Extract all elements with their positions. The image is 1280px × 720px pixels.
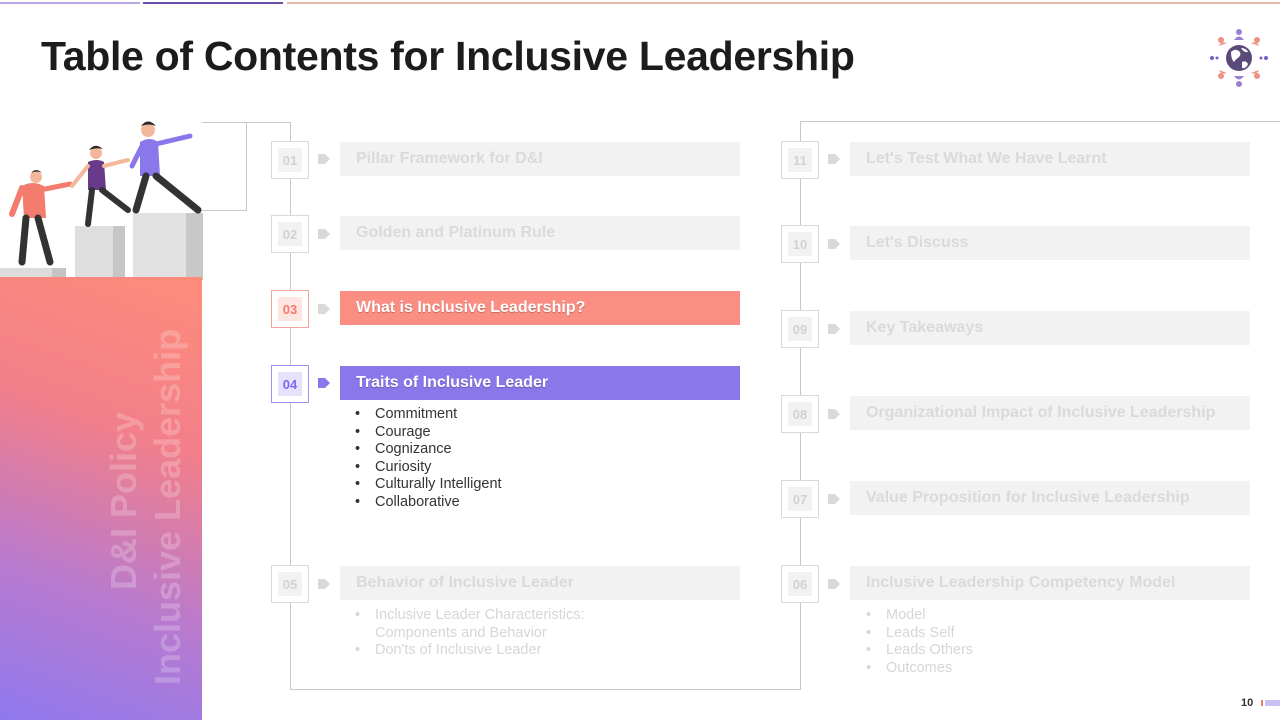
page-marker-red <box>1261 700 1263 706</box>
toc-item-what-is-inclusive-leadership[interactable]: What is Inclusive Leadership? <box>340 291 740 325</box>
arrow-right-icon <box>318 229 330 239</box>
toc-item-traits-of-inclusive-leader[interactable]: Traits of Inclusive Leader <box>340 366 740 400</box>
top-accent-line-3 <box>287 2 1280 4</box>
toc-item-lets-test[interactable]: Let's Test What We Have Learnt <box>850 142 1250 176</box>
bottom-connector <box>290 689 801 690</box>
toc-number-01[interactable]: 01 <box>271 141 309 179</box>
toc-number-04[interactable]: 04 <box>271 365 309 403</box>
team-climbing-steps-illustration <box>0 121 203 280</box>
toc-number-label: 02 <box>278 222 302 246</box>
illustration-connector-drop <box>202 210 247 211</box>
toc-number-label: 11 <box>788 148 812 172</box>
traits-bullet-list: Commitment Courage Cognizance Curiosity … <box>355 406 502 512</box>
list-item: Courage <box>355 424 502 442</box>
list-item: Cognizance <box>355 441 502 459</box>
list-item: Commitment <box>355 406 502 424</box>
list-item: Culturally Intelligent <box>355 476 502 494</box>
illustration-connector-rise <box>246 122 247 211</box>
arrow-right-icon <box>318 378 330 388</box>
toc-number-label: 04 <box>278 372 302 396</box>
toc-item-value-proposition[interactable]: Value Proposition for Inclusive Leadersh… <box>850 481 1250 515</box>
toc-item-organizational-impact[interactable]: Organizational Impact of Inclusive Leade… <box>850 396 1250 430</box>
right-top-connector <box>800 121 1280 122</box>
toc-number-02[interactable]: 02 <box>271 215 309 253</box>
toc-number-08[interactable]: 08 <box>781 395 819 433</box>
toc-item-competency-model[interactable]: Inclusive Leadership Competency Model <box>850 566 1250 600</box>
side-panel-line1: D&I Policy <box>103 411 144 590</box>
list-item: Outcomes <box>866 660 973 678</box>
arrow-right-icon <box>318 579 330 589</box>
arrow-right-icon <box>828 324 840 334</box>
toc-number-10[interactable]: 10 <box>781 225 819 263</box>
list-item: Leads Self <box>866 625 973 643</box>
toc-number-label: 06 <box>788 572 812 596</box>
side-panel-watermark: D&I Policy Inclusive Leadership <box>102 305 190 685</box>
competency-bullet-list: Model Leads Self Leads Others Outcomes <box>866 607 973 677</box>
side-panel-line2: Inclusive Leadership <box>147 328 188 685</box>
toc-number-07[interactable]: 07 <box>781 480 819 518</box>
arrow-right-icon <box>828 409 840 419</box>
toc-number-label: 10 <box>788 232 812 256</box>
top-accent-line-2 <box>143 2 283 4</box>
arrow-right-icon <box>828 579 840 589</box>
toc-item-lets-discuss[interactable]: Let's Discuss <box>850 226 1250 260</box>
page-marker-purple <box>1265 700 1280 706</box>
arrow-right-icon <box>318 304 330 314</box>
arrow-right-icon <box>828 154 840 164</box>
list-item: Leads Others <box>866 642 973 660</box>
left-column-spine <box>290 122 291 690</box>
globe-people-logo-icon <box>1210 29 1268 87</box>
list-item: Don'ts of Inclusive Leader <box>355 642 585 660</box>
list-item-continuation: Components and Behavior <box>375 624 547 641</box>
list-item: Inclusive Leader Characteristics: <box>355 607 585 625</box>
behavior-bullet-list: Inclusive Leader Characteristics: Compon… <box>355 607 585 660</box>
page-number: 10 <box>1241 697 1254 709</box>
arrow-right-icon <box>828 494 840 504</box>
toc-number-05[interactable]: 05 <box>271 565 309 603</box>
toc-number-label: 03 <box>278 297 302 321</box>
toc-item-golden-platinum-rule[interactable]: Golden and Platinum Rule <box>340 216 740 250</box>
toc-number-06[interactable]: 06 <box>781 565 819 603</box>
arrow-right-icon <box>318 154 330 164</box>
toc-number-label: 05 <box>278 572 302 596</box>
toc-item-pillar-framework[interactable]: Pillar Framework for D&I <box>340 142 740 176</box>
toc-number-label: 01 <box>278 148 302 172</box>
arrow-right-icon <box>828 239 840 249</box>
toc-number-11[interactable]: 11 <box>781 141 819 179</box>
toc-item-key-takeaways[interactable]: Key Takeaways <box>850 311 1250 345</box>
list-item: Curiosity <box>355 459 502 477</box>
toc-number-label: 08 <box>788 402 812 426</box>
list-item: Model <box>866 607 973 625</box>
toc-number-09[interactable]: 09 <box>781 310 819 348</box>
page-title: Table of Contents for Inclusive Leadersh… <box>41 33 855 79</box>
list-item: Collaborative <box>355 494 502 512</box>
toc-number-label: 07 <box>788 487 812 511</box>
top-accent-line-1 <box>0 2 140 4</box>
toc-item-behavior-of-inclusive-leader[interactable]: Behavior of Inclusive Leader <box>340 566 740 600</box>
toc-number-03[interactable]: 03 <box>271 290 309 328</box>
toc-number-label: 09 <box>788 317 812 341</box>
